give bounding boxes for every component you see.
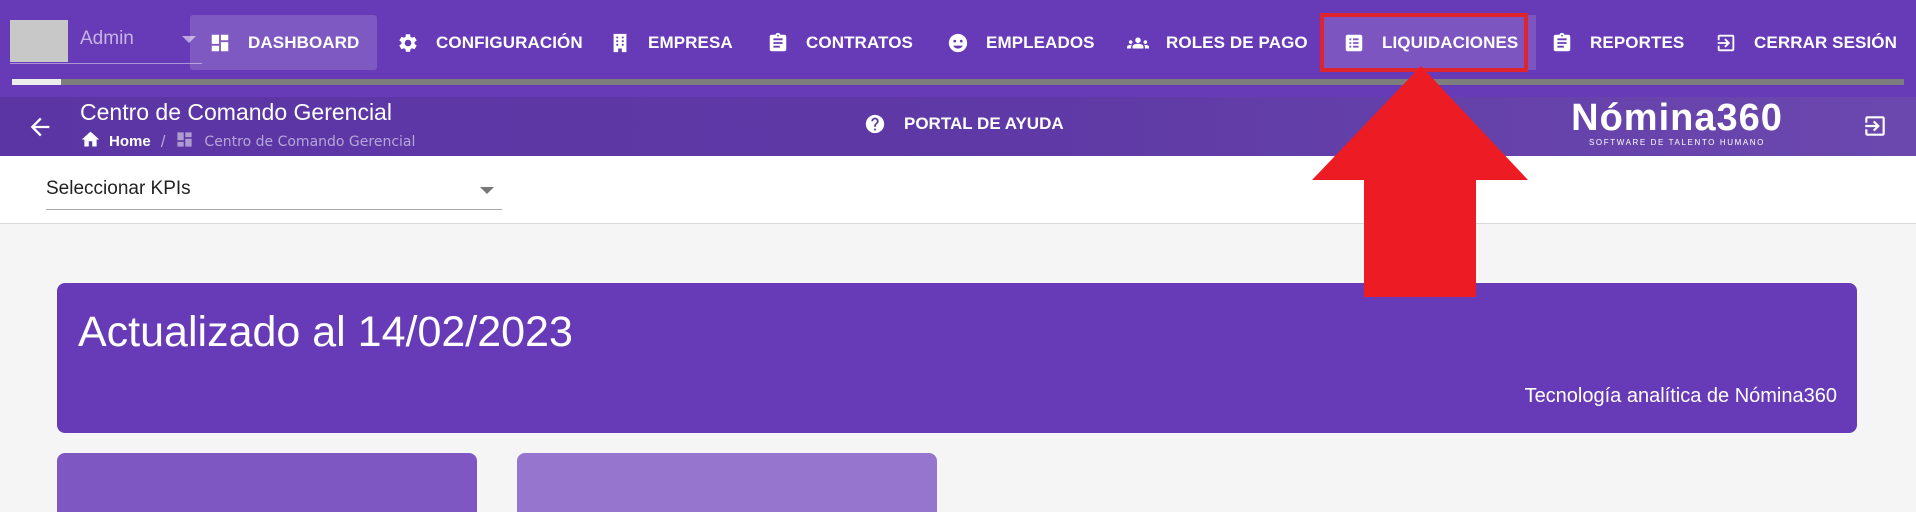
group-icon bbox=[1126, 31, 1150, 55]
nav-item-label: DASHBOARD bbox=[248, 32, 360, 52]
header-logout-button[interactable] bbox=[1862, 113, 1888, 139]
dashboard-icon bbox=[208, 31, 232, 55]
logout-icon bbox=[1865, 116, 1885, 136]
kpi-card bbox=[517, 453, 937, 512]
loading-progress-bar bbox=[12, 79, 1904, 85]
update-banner: Actualizado al 14/02/2023 Tecnología ana… bbox=[57, 283, 1857, 433]
banner-title: Actualizado al 14/02/2023 bbox=[78, 308, 573, 356]
kpi-select-placeholder: Seleccionar KPIs bbox=[46, 178, 191, 199]
chevron-down-icon bbox=[480, 187, 494, 194]
nav-item-label: ROLES DE PAGO bbox=[1166, 32, 1308, 52]
nav-item-label: EMPRESA bbox=[648, 32, 733, 52]
home-icon[interactable] bbox=[80, 129, 101, 154]
page-title: Centro de Comando Gerencial bbox=[80, 99, 392, 125]
brand-tagline: SOFTWARE DE TALENTO HUMANO bbox=[1589, 138, 1765, 147]
breadcrumb-separator: / bbox=[160, 131, 166, 151]
arrow-left-icon bbox=[30, 117, 50, 137]
kpi-toolbar: Seleccionar KPIs bbox=[0, 156, 1916, 224]
brand-logo: Nómina360 SOFTWARE DE TALENTO HUMANO bbox=[1566, 97, 1788, 156]
nav-item-cerrar-sesion[interactable]: CERRAR SESIÓN bbox=[1696, 15, 1915, 70]
loading-progress-fill bbox=[12, 79, 62, 85]
nav-item-empresa[interactable]: EMPRESA bbox=[590, 15, 751, 70]
back-button[interactable] bbox=[26, 113, 54, 141]
annotation-highlight-box bbox=[1320, 13, 1528, 72]
nav-item-label: CERRAR SESIÓN bbox=[1754, 32, 1897, 52]
nav-item-label: CONFIGURACIÓN bbox=[436, 32, 583, 52]
breadcrumb-current: Centro de Comando Gerencial bbox=[204, 133, 416, 150]
nav-item-reportes[interactable]: REPORTES bbox=[1532, 15, 1702, 70]
user-name: Admin bbox=[80, 28, 134, 49]
nav-item-configuracion[interactable]: CONFIGURACIÓN bbox=[378, 15, 601, 70]
kpi-select[interactable]: Seleccionar KPIs bbox=[46, 170, 502, 210]
top-navigation-bar: Admin DASHBOARD CONFIGURACIÓN EMPRESA CO… bbox=[0, 0, 1916, 97]
nav-item-empleados[interactable]: EMPLEADOS bbox=[928, 15, 1113, 70]
dashboard-icon bbox=[175, 130, 194, 153]
help-portal-link[interactable]: PORTAL DE AYUDA bbox=[864, 113, 1064, 135]
help-icon bbox=[865, 114, 885, 134]
building-icon bbox=[608, 31, 632, 55]
kpi-card bbox=[57, 453, 477, 512]
nav-item-roles-de-pago[interactable]: ROLES DE PAGO bbox=[1108, 15, 1326, 70]
user-selector[interactable]: Admin bbox=[10, 18, 202, 64]
breadcrumb: Home / Centro de Comando Gerencial bbox=[80, 129, 415, 154]
face-icon bbox=[946, 31, 970, 55]
gear-icon bbox=[396, 31, 420, 55]
annotation-arrow-icon bbox=[1312, 66, 1528, 297]
nav-item-contratos[interactable]: CONTRATOS bbox=[748, 15, 931, 70]
nav-item-label: REPORTES bbox=[1590, 32, 1685, 52]
page-header: Centro de Comando Gerencial Home / Centr… bbox=[0, 97, 1916, 156]
nav-item-label: EMPLEADOS bbox=[986, 32, 1095, 52]
avatar bbox=[10, 20, 68, 62]
nav-item-dashboard[interactable]: DASHBOARD bbox=[190, 15, 378, 70]
clipboard-icon bbox=[766, 31, 790, 55]
brand-name: Nómina360 bbox=[1571, 97, 1783, 139]
clipboard-icon bbox=[1550, 31, 1574, 55]
banner-subtitle: Tecnología analítica de Nómina360 bbox=[1524, 385, 1837, 407]
logout-icon bbox=[1714, 31, 1738, 55]
help-portal-label: PORTAL DE AYUDA bbox=[904, 114, 1064, 133]
nav-item-label: CONTRATOS bbox=[806, 32, 913, 52]
breadcrumb-home-link[interactable]: Home bbox=[109, 133, 151, 150]
